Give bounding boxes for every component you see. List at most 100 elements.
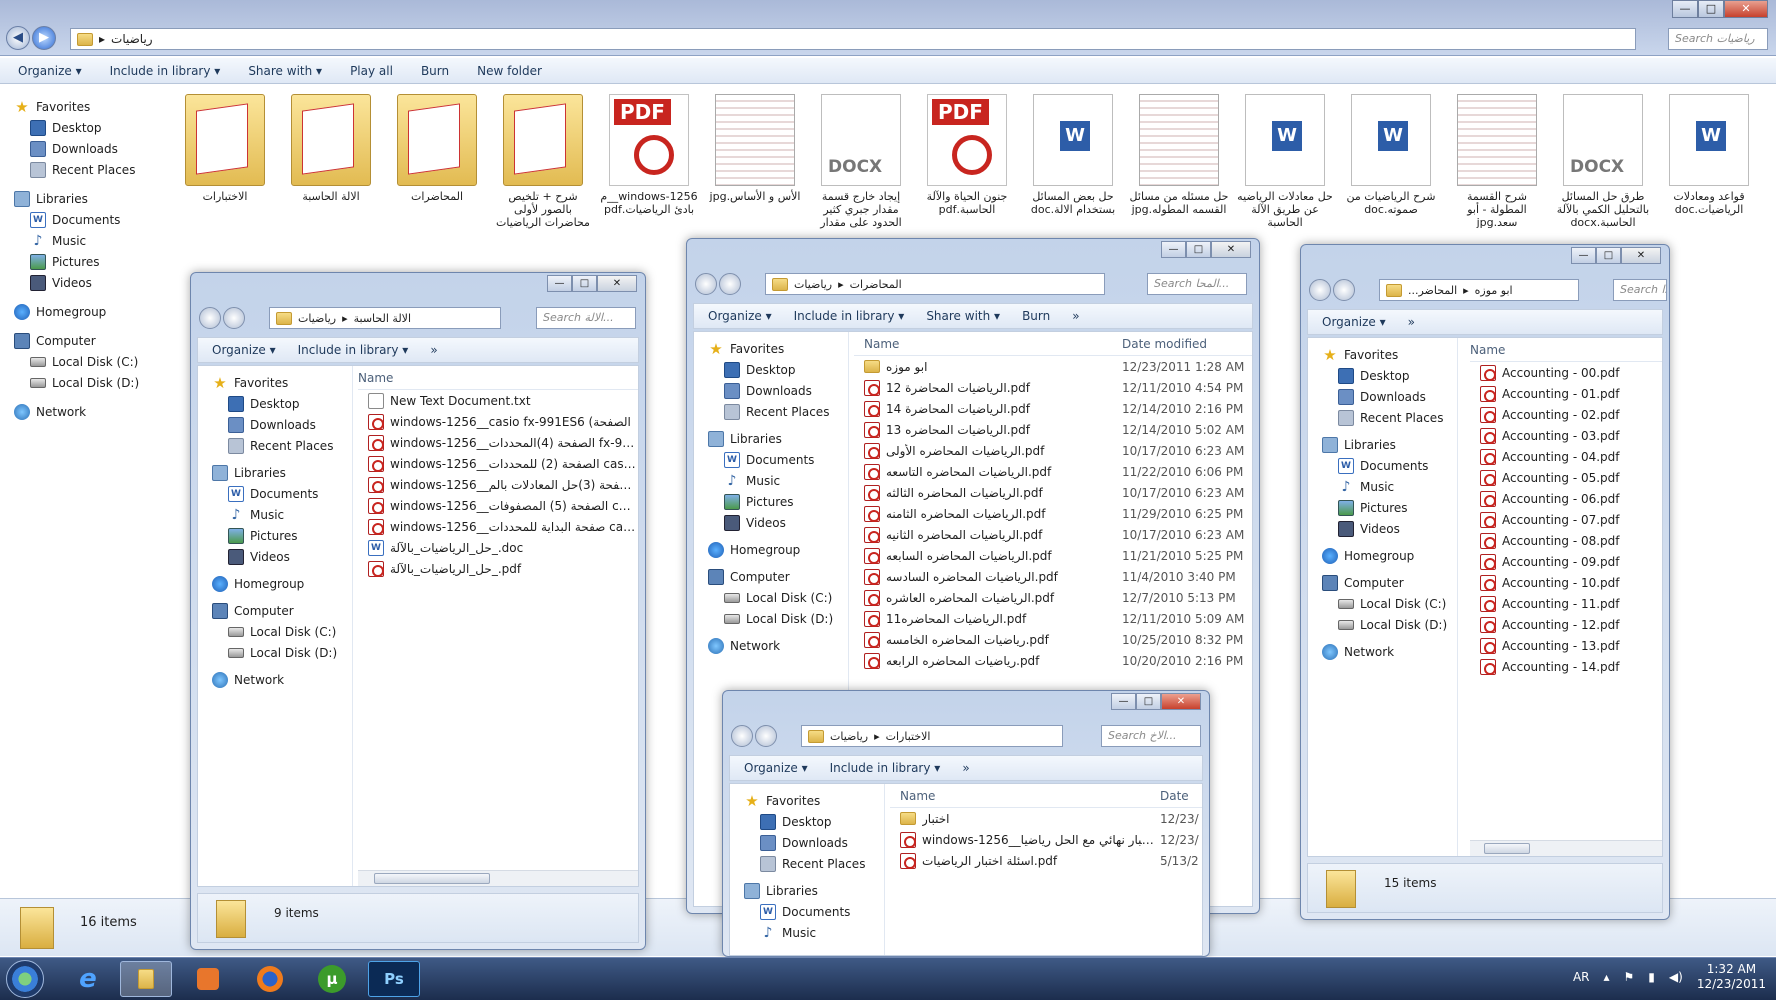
- table-row[interactable]: Accounting - 06.pdf: [1470, 488, 1662, 509]
- sidebar-item-computer[interactable]: Computer: [198, 600, 352, 621]
- file-item[interactable]: المحاضرات: [387, 94, 487, 234]
- sidebar-item-pictures[interactable]: Pictures: [0, 251, 150, 272]
- table-row[interactable]: ابو موزه 12/23/2011 1:28 AM: [854, 356, 1252, 377]
- table-row[interactable]: الرياضيات المحاضره11.pdf 12/11/2010 5:09 …: [854, 608, 1252, 629]
- sidebar-item-downloads[interactable]: Downloads: [0, 138, 150, 159]
- media-player-icon[interactable]: [182, 961, 234, 997]
- column-header[interactable]: Name Date modified: [854, 332, 1252, 356]
- file-item[interactable]: شرح + تلخيص بالصور لأولى محاضرات الرياضي…: [493, 94, 593, 234]
- sidebar-item-videos[interactable]: Videos: [1308, 518, 1457, 539]
- table-row[interactable]: Accounting - 02.pdf: [1470, 404, 1662, 425]
- sidebar-item-videos[interactable]: Videos: [694, 512, 848, 533]
- sidebar-item-libraries[interactable]: Libraries: [730, 880, 884, 901]
- search-input[interactable]: Search ا...: [1613, 279, 1667, 301]
- main-toolbar-item[interactable]: New folder: [477, 64, 542, 78]
- win_lectures-toolbar-item[interactable]: Organize ▾: [708, 309, 772, 323]
- minimize-button[interactable]: —: [1571, 247, 1596, 264]
- column-name[interactable]: Name: [1470, 343, 1505, 357]
- table-row[interactable]: windows-1256__الصفحة (5) المصفوفات cas..…: [358, 495, 638, 516]
- sidebar-item-downloads[interactable]: Downloads: [198, 414, 352, 435]
- sidebar-item-favorites[interactable]: ★ Favorites: [1308, 344, 1457, 365]
- sidebar-item-homegroup[interactable]: Homegroup: [0, 301, 150, 322]
- sidebar-item-recent-places[interactable]: Recent Places: [730, 853, 884, 874]
- main-toolbar-item[interactable]: Organize ▾: [18, 64, 82, 78]
- sidebar-item-recent-places[interactable]: Recent Places: [1308, 407, 1457, 428]
- address-crumb[interactable]: رياضيات: [111, 32, 153, 46]
- back-button[interactable]: [695, 273, 717, 295]
- forward-button[interactable]: [1333, 279, 1355, 301]
- file-item[interactable]: شرح الرياضيات من صموته.doc: [1341, 94, 1441, 234]
- sidebar-item-local-disk-d[interactable]: Local Disk (D:): [1308, 614, 1457, 635]
- sidebar-item-desktop[interactable]: Desktop: [730, 811, 884, 832]
- sidebar-item-recent-places[interactable]: Recent Places: [0, 159, 150, 180]
- table-row[interactable]: اسئلة اختبار الرياضيات.pdf 5/13/2: [890, 850, 1202, 871]
- file-item[interactable]: إيجاد خارج قسمة مقدار جبري كثير الحدود ع…: [811, 94, 911, 234]
- back-button[interactable]: ◀: [6, 26, 30, 50]
- horizontal-scrollbar[interactable]: [1470, 840, 1662, 856]
- sidebar-item-libraries[interactable]: Libraries: [198, 462, 352, 483]
- sidebar-item-network[interactable]: Network: [694, 635, 848, 656]
- sidebar-item-downloads[interactable]: Downloads: [1308, 386, 1457, 407]
- main-toolbar-item[interactable]: Burn: [421, 64, 449, 78]
- address-crumb-abu[interactable]: ابو موزه: [1475, 284, 1513, 297]
- sidebar-item-videos[interactable]: Videos: [0, 272, 150, 293]
- table-row[interactable]: windows-1256__casio fx-991ES6 (الصفحة: [358, 411, 638, 432]
- sidebar-item-videos[interactable]: Videos: [198, 546, 352, 567]
- table-row[interactable]: windows-1256__صفحة البداية للمحددات casi…: [358, 516, 638, 537]
- column-date-modified[interactable]: Date modified: [1122, 337, 1252, 351]
- sidebar-item-favorites[interactable]: ★ Favorites: [198, 372, 352, 393]
- sidebar-item-favorites[interactable]: ★ Favorites: [694, 338, 848, 359]
- sidebar-item-music[interactable]: ♪ Music: [198, 504, 352, 525]
- sidebar-item-documents[interactable]: Documents: [198, 483, 352, 504]
- close-button[interactable]: ✕: [1724, 0, 1768, 18]
- sidebar-item-recent-places[interactable]: Recent Places: [694, 401, 848, 422]
- address-crumb-lectures[interactable]: المحاضرات: [850, 278, 902, 291]
- file-item[interactable]: الاختبارات: [175, 94, 275, 234]
- table-row[interactable]: الرياضيات المحاضره الثامنه.pdf 11/29/2010…: [854, 503, 1252, 524]
- close-button[interactable]: ✕: [1621, 247, 1661, 264]
- close-button[interactable]: ✕: [1211, 241, 1251, 258]
- search-input[interactable]: Search الالة...: [536, 307, 636, 329]
- win_calc-toolbar-item[interactable]: Organize ▾: [212, 343, 276, 357]
- column-header[interactable]: Name: [1470, 338, 1662, 362]
- file-item[interactable]: الأس و الأساس.jpg: [705, 94, 805, 234]
- table-row[interactable]: الرياضيات المحاضره الثالثه.pdf 10/17/2010…: [854, 482, 1252, 503]
- win_tests-toolbar-item[interactable]: Organize ▾: [744, 761, 808, 775]
- sidebar-item-network[interactable]: Network: [1308, 641, 1457, 662]
- sidebar-item-music[interactable]: ♪ Music: [730, 922, 884, 943]
- address-bar[interactable]: المحاضرات ▸ رياضيات: [765, 273, 1105, 295]
- sidebar-item-local-disk-c[interactable]: Local Disk (C:): [1308, 593, 1457, 614]
- sidebar-item-network[interactable]: Network: [198, 669, 352, 690]
- minimize-button[interactable]: —: [1111, 693, 1136, 710]
- sidebar-item-libraries[interactable]: Libraries: [1308, 434, 1457, 455]
- sidebar-item-network[interactable]: Network: [0, 401, 150, 422]
- sidebar-item-local-disk-c[interactable]: Local Disk (C:): [0, 351, 150, 372]
- horizontal-scrollbar[interactable]: [358, 870, 638, 886]
- table-row[interactable]: Accounting - 12.pdf: [1470, 614, 1662, 635]
- close-button[interactable]: ✕: [597, 275, 637, 292]
- file-item[interactable]: حل بعض المسائل بستخدام الالة.doc: [1023, 94, 1123, 234]
- table-row[interactable]: windows-1256__اختبار نهائي مع الحل رياضي…: [890, 829, 1202, 850]
- search-input[interactable]: Search الاخ...: [1101, 725, 1201, 747]
- win_abu-toolbar-item[interactable]: »: [1408, 315, 1415, 329]
- sidebar-item-documents[interactable]: Documents: [1308, 455, 1457, 476]
- action-center-flag-icon[interactable]: ⚑: [1624, 970, 1635, 984]
- win_lectures-toolbar-item[interactable]: »: [1072, 309, 1079, 323]
- table-row[interactable]: الرياضيات المحاضره التاسعه.pdf 11/22/2010…: [854, 461, 1252, 482]
- show-hidden-icons-icon[interactable]: ▴: [1604, 970, 1610, 984]
- column-header[interactable]: Name Date: [890, 784, 1202, 808]
- back-button[interactable]: [1309, 279, 1331, 301]
- table-row[interactable]: رياضيات المحاضره الخامسه.pdf 10/25/2010 8…: [854, 629, 1252, 650]
- sidebar-item-local-disk-d[interactable]: Local Disk (D:): [198, 642, 352, 663]
- column-name[interactable]: Name: [358, 371, 393, 385]
- main-toolbar-item[interactable]: Play all: [350, 64, 393, 78]
- table-row[interactable]: Accounting - 08.pdf: [1470, 530, 1662, 551]
- column-name[interactable]: Name: [854, 337, 1122, 351]
- sidebar-item-pictures[interactable]: Pictures: [198, 525, 352, 546]
- win_lectures-toolbar-item[interactable]: Burn: [1022, 309, 1050, 323]
- table-row[interactable]: New Text Document.txt: [358, 390, 638, 411]
- forward-button[interactable]: [223, 307, 245, 329]
- win_calc-toolbar-item[interactable]: Include in library ▾: [298, 343, 409, 357]
- column-date[interactable]: Date: [1160, 789, 1202, 803]
- search-input[interactable]: Search المحا...: [1147, 273, 1247, 295]
